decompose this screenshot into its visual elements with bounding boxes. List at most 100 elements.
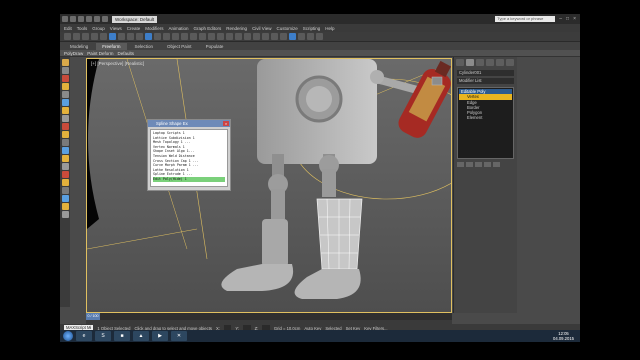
tool-16-icon[interactable] <box>61 179 69 186</box>
menu-customize[interactable]: Customize <box>276 26 297 31</box>
taskbar-app-media[interactable]: ▶ <box>152 331 168 341</box>
new-file-icon[interactable] <box>70 16 76 22</box>
tool-12-icon[interactable] <box>61 147 69 154</box>
unlink-icon[interactable] <box>91 33 98 40</box>
perspective-viewport[interactable]: [+] [Perspective] [Realistic] Spline Sha… <box>86 58 452 313</box>
align-icon[interactable] <box>253 33 260 40</box>
window-crossing-icon[interactable] <box>136 33 143 40</box>
save-icon[interactable] <box>86 16 92 22</box>
taskbar-app-browser[interactable]: e <box>76 331 92 341</box>
system-clock[interactable]: 12:05 04.09.2015 <box>553 331 574 341</box>
viewport-label[interactable]: [+] [Perspective] [Realistic] <box>91 61 144 66</box>
tab-populate[interactable]: Populate <box>200 43 230 50</box>
menu-tools[interactable]: Tools <box>77 26 88 31</box>
manipulate-icon[interactable] <box>190 33 197 40</box>
pivot-center-icon[interactable] <box>181 33 188 40</box>
bind-space-warp-icon[interactable] <box>100 33 107 40</box>
show-end-result-icon[interactable] <box>466 162 473 167</box>
tool-17-icon[interactable] <box>61 187 69 194</box>
viewcube[interactable] <box>431 76 443 86</box>
taskbar-app-3dsmax[interactable]: ▲ <box>133 331 149 341</box>
tool-5-icon[interactable] <box>61 91 69 98</box>
layer-manager-icon[interactable] <box>262 33 269 40</box>
menu-views[interactable]: Views <box>110 26 122 31</box>
script-list[interactable]: Laptop Scripts 1 Lattice Subdivision 1 M… <box>150 129 228 187</box>
undo-icon[interactable] <box>64 33 71 40</box>
modify-tab-icon[interactable] <box>466 59 474 66</box>
snap-toggle-icon[interactable] <box>199 33 206 40</box>
object-name-field[interactable]: Cylinder001 <box>457 70 514 76</box>
select-rotate-icon[interactable] <box>154 33 161 40</box>
pin-stack-icon[interactable] <box>457 162 464 167</box>
close-icon[interactable]: × <box>223 121 229 126</box>
menu-group[interactable]: Group <box>92 26 105 31</box>
list-item-selected[interactable]: Edit Poly(Hide) 1 <box>153 176 225 182</box>
tool-7-icon[interactable] <box>61 107 69 114</box>
workspace-dropdown[interactable]: Workspace: Default <box>112 15 158 23</box>
menu-graph-editors[interactable]: Graph Editors <box>194 26 222 31</box>
stack-subobject-element[interactable]: Element <box>459 115 512 120</box>
tool-18-icon[interactable] <box>61 195 69 202</box>
material-editor-icon[interactable] <box>289 33 296 40</box>
display-tab-icon[interactable] <box>496 59 504 66</box>
subtab-polydraw[interactable]: PolyDraw <box>64 51 83 56</box>
start-button[interactable] <box>63 331 73 341</box>
angle-snap-icon[interactable] <box>208 33 215 40</box>
menu-civil-view[interactable]: Civil View <box>252 26 271 31</box>
tool-3-icon[interactable] <box>61 75 69 82</box>
menu-scripting[interactable]: Scripting <box>303 26 321 31</box>
tool-13-icon[interactable] <box>61 155 69 162</box>
tool-2-icon[interactable] <box>61 67 69 74</box>
time-slider[interactable]: 0 / 100 <box>86 313 452 320</box>
curve-editor-icon[interactable] <box>271 33 278 40</box>
menu-create[interactable]: Create <box>127 26 141 31</box>
maximize-button[interactable]: □ <box>566 16 569 22</box>
create-tab-icon[interactable] <box>456 59 464 66</box>
menu-edit[interactable]: Edit <box>64 26 72 31</box>
subtab-defaults[interactable]: Defaults <box>118 51 135 56</box>
utilities-tab-icon[interactable] <box>506 59 514 66</box>
time-slider-handle[interactable]: 0 / 100 <box>86 313 100 320</box>
rendered-frame-icon[interactable] <box>307 33 314 40</box>
tab-freeform[interactable]: Freeform <box>96 43 127 50</box>
tab-selection[interactable]: Selection <box>129 43 160 50</box>
make-unique-icon[interactable] <box>475 162 482 167</box>
mirror-icon[interactable] <box>244 33 251 40</box>
tool-14-icon[interactable] <box>61 163 69 170</box>
remove-modifier-icon[interactable] <box>484 162 491 167</box>
select-scale-icon[interactable] <box>163 33 170 40</box>
tool-6-icon[interactable] <box>61 99 69 106</box>
select-object-icon[interactable] <box>109 33 116 40</box>
tool-4-icon[interactable] <box>61 83 69 90</box>
app-menu-icon[interactable] <box>62 16 68 22</box>
redo-icon[interactable] <box>102 16 108 22</box>
named-selection-icon[interactable] <box>235 33 242 40</box>
modifier-list-dropdown[interactable]: Modifier List <box>457 78 514 84</box>
menu-modifiers[interactable]: Modifiers <box>145 26 163 31</box>
menu-animation[interactable]: Animation <box>169 26 189 31</box>
redo-icon[interactable] <box>73 33 80 40</box>
taskbar-app-explorer[interactable]: ■ <box>114 331 130 341</box>
schematic-view-icon[interactable] <box>280 33 287 40</box>
tool-20-icon[interactable] <box>61 211 69 218</box>
hierarchy-tab-icon[interactable] <box>476 59 484 66</box>
tool-15-icon[interactable] <box>61 171 69 178</box>
percent-snap-icon[interactable] <box>217 33 224 40</box>
tool-8-icon[interactable] <box>61 115 69 122</box>
link-icon[interactable] <box>82 33 89 40</box>
taskbar-app-tools[interactable]: ✕ <box>171 331 187 341</box>
tab-object-paint[interactable]: Object Paint <box>161 43 198 50</box>
spinner-snap-icon[interactable] <box>226 33 233 40</box>
taskbar-app-skype[interactable]: S <box>95 331 111 341</box>
tool-11-icon[interactable] <box>61 139 69 146</box>
select-by-name-icon[interactable] <box>118 33 125 40</box>
tool-9-icon[interactable] <box>61 123 69 130</box>
script-floater[interactable]: Spline Shape Ex × Laptop Scripts 1 Latti… <box>147 119 231 191</box>
rect-selection-icon[interactable] <box>127 33 134 40</box>
menu-help[interactable]: Help <box>325 26 334 31</box>
tool-1-icon[interactable] <box>61 59 69 66</box>
minimize-button[interactable]: – <box>559 16 562 22</box>
render-setup-icon[interactable] <box>298 33 305 40</box>
configure-sets-icon[interactable] <box>493 162 500 167</box>
tool-10-icon[interactable] <box>61 131 69 138</box>
